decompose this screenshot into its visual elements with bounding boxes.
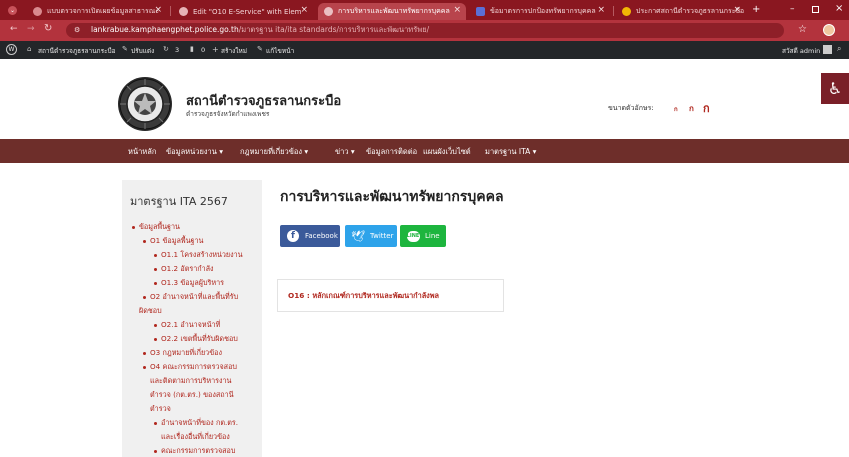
- comments-count[interactable]: 0: [201, 46, 205, 54]
- font-size-large-button[interactable]: ก: [703, 99, 710, 117]
- customize-icon[interactable]: ✎: [122, 45, 128, 53]
- sidebar-link[interactable]: คณะกรรมการตรวจสอบ: [161, 446, 235, 457]
- sidebar-link[interactable]: O1.1 โครงสร้างหน่วยงาน: [161, 250, 243, 261]
- line-icon: LINE: [405, 228, 421, 244]
- tab-title: Edit "O10 E-Service" with Elem: [193, 7, 302, 16]
- tab-favicon-icon: [324, 7, 333, 16]
- sidebar-link[interactable]: O2.1 อำนาจหน้าที่: [161, 320, 220, 331]
- tab-title: การบริหารและพัฒนาทรัพยากรบุคคล: [338, 7, 450, 15]
- sidebar-link-continuation[interactable]: ตำรวจ: [150, 404, 171, 415]
- page-title: การบริหารและพัฒนาทรัพยากรบุคคล: [280, 189, 504, 205]
- site-subtitle: ตำรวจภูธรจังหวัดกำแพงเพชร: [186, 110, 270, 118]
- facebook-share-label: Facebook: [305, 232, 338, 240]
- updates-icon[interactable]: ↻: [163, 45, 169, 53]
- tab-close-icon[interactable]: ×: [154, 5, 162, 15]
- tab-favicon-icon: [622, 7, 631, 16]
- accessibility-icon: ♿: [827, 79, 843, 98]
- sidebar-link-continuation[interactable]: และติดตามการบริหารงาน: [150, 376, 231, 387]
- sidebar-link-continuation[interactable]: ตำรวจ (กต.ตร.) ของสถานี: [150, 390, 234, 401]
- tab-title: ข้อมาตรการปกป้องทรัพยากรบุคคล: [490, 7, 596, 15]
- browser-tab[interactable]: ประกาศสถานีตำรวจภูธรลานกระบือ ×: [616, 3, 746, 20]
- edit-icon: ✎: [257, 45, 263, 53]
- new-tab-button[interactable]: +: [752, 4, 760, 15]
- tab-favicon-icon: [476, 7, 485, 16]
- twitter-share-button[interactable]: 🕊 Twitter: [345, 225, 397, 247]
- menu-item-agency-info[interactable]: ข้อมูลหน่วยงาน ▾: [166, 146, 223, 158]
- site-title[interactable]: สถานีตำรวจภูธรลานกระบือ: [186, 90, 341, 111]
- sidebar-link[interactable]: O1.3 ข้อมูลผู้บริหาร: [161, 278, 224, 289]
- tab-search-icon[interactable]: ⌄: [8, 6, 17, 15]
- sidebar-link[interactable]: อำนาจหน้าที่ของ กต.ตร.: [161, 418, 238, 429]
- sidebar-link[interactable]: O3 กฎหมายที่เกี่ยวข้อง: [150, 348, 222, 359]
- tab-favicon-icon: [33, 7, 42, 16]
- line-share-label: Line: [425, 232, 440, 240]
- browser-tab[interactable]: ข้อมาตรการปกป้องทรัพยากรบุคคล ×: [470, 3, 610, 20]
- sidebar: มาตรฐาน ITA 2567 ข้อมูลพื้นฐาน O1 ข้อมูล…: [122, 180, 262, 457]
- admin-search-icon[interactable]: ⌕: [837, 44, 841, 54]
- browser-tab-active[interactable]: การบริหารและพัฒนาทรัพยากรบุคคล ×: [318, 3, 466, 20]
- menu-item-ita[interactable]: มาตรฐาน ITA ▾: [485, 146, 536, 158]
- url-text: lankrabue.kamphaengphet.police.go.th/มาต…: [91, 24, 429, 36]
- tab-title: ประกาศสถานีตำรวจภูธรลานกระบือ: [636, 7, 745, 15]
- menu-item-contact[interactable]: ข้อมูลการติดต่อ: [366, 146, 417, 158]
- menu-item-sitemap[interactable]: แผนผังเว็บไซต์: [423, 146, 471, 158]
- font-size-medium-button[interactable]: ก: [689, 102, 694, 115]
- forward-icon[interactable]: →: [27, 24, 35, 34]
- menu-item-home[interactable]: หน้าหลัก: [128, 146, 156, 158]
- facebook-icon: f: [285, 228, 301, 244]
- wp-admin-bar: W ⌂ สถานีตำรวจภูธรลานกระบือ ✎ ปรับแต่ง ↻…: [0, 41, 849, 59]
- tab-close-icon[interactable]: ×: [597, 5, 605, 15]
- bookmark-star-icon[interactable]: ☆: [798, 24, 807, 35]
- admin-site-name[interactable]: สถานีตำรวจภูธรลานกระบือ: [38, 46, 116, 56]
- document-link[interactable]: O16 : หลักเกณฑ์การบริหารและพัฒนากำลังพล: [288, 291, 439, 302]
- tab-close-icon[interactable]: ×: [300, 5, 308, 15]
- sidebar-link-continuation[interactable]: ผิดชอบ: [139, 306, 162, 317]
- site-info-icon[interactable]: ⚙: [74, 26, 80, 34]
- police-emblem-logo[interactable]: [118, 77, 172, 131]
- menu-item-news[interactable]: ข่าว ▾: [335, 146, 355, 158]
- tab-title: แบบตรวจการเปิดเผยข้อมูลสาธารณะ: [47, 7, 159, 15]
- admin-avatar[interactable]: [823, 45, 832, 54]
- sidebar-title: มาตรฐาน ITA 2567: [130, 195, 228, 208]
- customize-link[interactable]: ปรับแต่ง: [131, 46, 154, 56]
- maximize-button[interactable]: [812, 6, 819, 13]
- browser-tab[interactable]: แบบตรวจการเปิดเผยข้อมูลสาธารณะ ×: [27, 3, 167, 20]
- site-header: สถานีตำรวจภูธรลานกระบือ ตำรวจภูธรจังหวัด…: [0, 59, 849, 139]
- line-share-button[interactable]: LINE Line: [400, 225, 446, 247]
- close-window-button[interactable]: ×: [835, 3, 843, 14]
- tab-close-icon[interactable]: ×: [733, 5, 741, 15]
- sidebar-link[interactable]: O1 ข้อมูลพื้นฐาน: [150, 236, 203, 247]
- tab-close-icon[interactable]: ×: [453, 5, 461, 15]
- accessibility-button[interactable]: ♿: [821, 73, 849, 104]
- font-size-label: ขนาดตัวอักษร:: [608, 104, 654, 112]
- sidebar-link[interactable]: O2.2 เขตพื้นที่รับผิดชอบ: [161, 334, 238, 345]
- twitter-share-label: Twitter: [370, 232, 394, 240]
- edit-page-link[interactable]: แก้ไขหน้า: [266, 46, 294, 56]
- twitter-icon: 🕊: [351, 229, 365, 243]
- font-size-small-button[interactable]: ก: [674, 104, 678, 114]
- sidebar-link[interactable]: ข้อมูลพื้นฐาน: [139, 222, 180, 233]
- reload-icon[interactable]: ↻: [44, 23, 52, 34]
- minimize-button[interactable]: –: [790, 4, 795, 14]
- back-icon[interactable]: ←: [10, 24, 18, 34]
- new-content-link[interactable]: สร้างใหม่: [221, 46, 247, 56]
- browser-tab[interactable]: Edit "O10 E-Service" with Elem ×: [173, 3, 313, 20]
- updates-count[interactable]: 3: [175, 46, 179, 54]
- profile-avatar[interactable]: [823, 24, 835, 36]
- url-path: /มาตรฐาน ita/ita standards/การบริหารและพ…: [238, 25, 430, 34]
- wordpress-logo-icon[interactable]: W: [6, 44, 17, 55]
- sidebar-link[interactable]: O4 คณะกรรมการตรวจสอบ: [150, 362, 237, 373]
- browser-tab-strip: ⌄ แบบตรวจการเปิดเผยข้อมูลสาธารณะ × Edit …: [0, 0, 849, 20]
- comments-icon[interactable]: ▮: [190, 45, 194, 53]
- sidebar-link[interactable]: O2 อำนาจหน้าที่และพื้นที่รับ: [150, 292, 238, 303]
- tab-favicon-icon: [179, 7, 188, 16]
- facebook-share-button[interactable]: f Facebook: [280, 225, 340, 247]
- howdy-account[interactable]: สวัสดี admin: [782, 46, 820, 56]
- sidebar-link-continuation[interactable]: และเรื่องอื่นที่เกี่ยวข้อง: [161, 432, 230, 443]
- menu-item-laws[interactable]: กฎหมายที่เกี่ยวข้อง ▾: [240, 146, 308, 158]
- plus-icon: +: [212, 45, 219, 54]
- url-host: lankrabue.kamphaengphet.police.go.th: [91, 25, 239, 34]
- sidebar-link[interactable]: O1.2 อัตรากำลัง: [161, 264, 214, 275]
- home-icon[interactable]: ⌂: [27, 45, 31, 53]
